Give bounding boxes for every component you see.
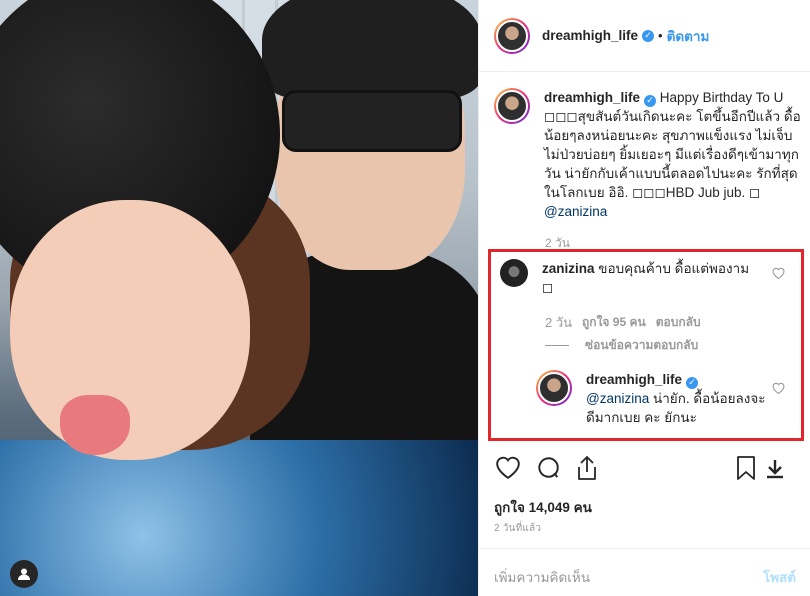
avatar[interactable] <box>494 88 530 124</box>
verified-icon: ✓ <box>686 376 699 389</box>
photo-mouth <box>60 395 130 455</box>
caption-username[interactable]: dreamhigh_life <box>544 90 640 105</box>
comment-text-block: zanizina ขอบคุณค้าบ ดื้อแต่พองาม ◻ <box>542 259 762 297</box>
comment-input[interactable]: เพิ่มความคิดเห็น <box>494 566 590 588</box>
comment-meta: 2 วัน ถูกใจ 95 คน ตอบกลับ <box>545 312 701 333</box>
action-bar <box>493 455 793 485</box>
separator-dot: • <box>658 28 663 43</box>
reply-username[interactable]: dreamhigh_life <box>586 372 682 387</box>
reply-button[interactable]: ตอบกลับ <box>656 313 701 332</box>
post-button[interactable]: โพสต์ <box>763 566 796 588</box>
divider <box>545 345 569 346</box>
photo-sunglasses <box>282 90 462 152</box>
likes-count[interactable]: ถูกใจ 14,049 คน <box>494 496 592 518</box>
photo-cap <box>262 0 478 100</box>
photo-woman-face <box>10 200 250 460</box>
avatar[interactable] <box>500 259 528 287</box>
heart-icon[interactable] <box>772 382 785 397</box>
bookmark-icon[interactable] <box>736 455 756 484</box>
comment-item: zanizina ขอบคุณค้าบ ดื้อแต่พองาม ◻ <box>500 259 790 297</box>
reply-item: dreamhigh_life ✓ @zanizina น่ายัก. ดื้อน้… <box>536 370 786 427</box>
follow-button[interactable]: ติดตาม <box>667 25 710 47</box>
photo-shirt <box>0 440 478 596</box>
avatar[interactable] <box>494 17 530 54</box>
share-icon[interactable] <box>575 455 599 484</box>
avatar[interactable] <box>536 370 572 406</box>
comment-username[interactable]: zanizina <box>542 261 595 276</box>
post-photo[interactable] <box>0 0 478 596</box>
hide-replies-label[interactable]: ซ่อนข้อความตอบกลับ <box>585 336 698 355</box>
hide-replies-button[interactable]: ซ่อนข้อความตอบกลับ <box>545 336 698 355</box>
heart-icon[interactable] <box>495 455 521 482</box>
comment-icon[interactable] <box>535 455 561 484</box>
comment-time: 2 วัน <box>545 315 573 330</box>
download-icon[interactable] <box>766 459 784 482</box>
caption: dreamhigh_life ✓ Happy Birthday To U ◻◻◻ส… <box>494 88 804 221</box>
reply-mention[interactable]: @zanizina <box>586 391 649 406</box>
caption-text-block: dreamhigh_life ✓ Happy Birthday To U ◻◻◻ส… <box>544 88 804 221</box>
verified-icon: ✓ <box>642 29 655 42</box>
posted-time: 2 วันที่แล้ว <box>494 523 542 534</box>
post-header: dreamhigh_life ✓ • ติดตาม <box>479 0 810 72</box>
comment-likes[interactable]: ถูกใจ 95 คน <box>582 313 646 332</box>
header-username[interactable]: dreamhigh_life <box>542 28 638 43</box>
heart-icon[interactable] <box>772 267 785 282</box>
add-comment-bar: เพิ่มความคิดเห็น โพสต์ <box>478 548 810 596</box>
user-tag-icon[interactable] <box>10 560 38 588</box>
caption-mention[interactable]: @zanizina <box>544 204 607 219</box>
verified-icon: ✓ <box>644 94 657 107</box>
reply-text-block: dreamhigh_life ✓ @zanizina น่ายัก. ดื้อน้… <box>586 370 766 427</box>
caption-text: Happy Birthday To U ◻◻◻สุขสันต์วันเกิดนะ… <box>544 90 801 200</box>
